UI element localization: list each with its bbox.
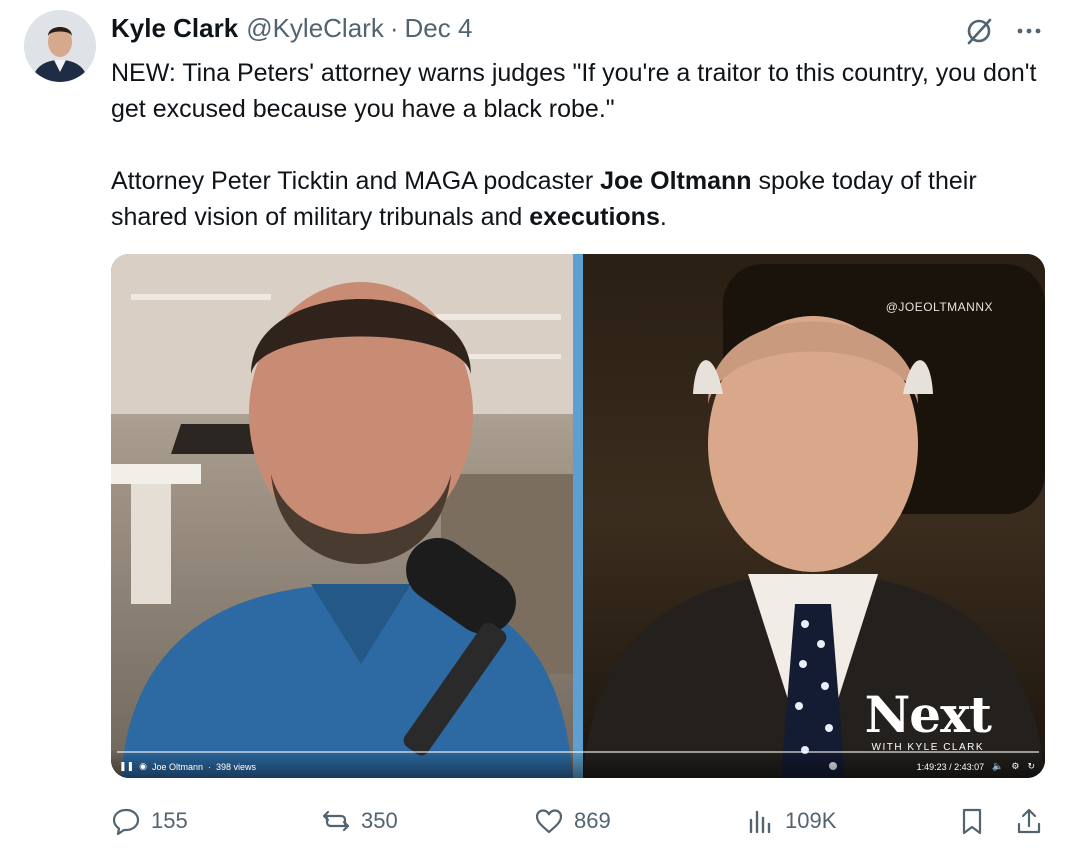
share-icon <box>1017 808 1041 834</box>
video-time: 1:49:23 / 2:43:07 <box>916 761 985 772</box>
reply-button[interactable]: 155 <box>111 800 188 842</box>
tweet-actions: 155 350 869 109K <box>111 800 1046 842</box>
bookmark-button[interactable] <box>957 800 987 842</box>
tweet-text-segment: . <box>659 203 667 231</box>
more-options-icon[interactable] <box>1012 14 1046 48</box>
reply-count: 155 <box>151 808 188 833</box>
author-avatar[interactable] <box>24 10 96 82</box>
next-logo-text: Next <box>864 685 992 744</box>
repost-icon <box>322 810 350 832</box>
video-controls-right: 1:49:23 / 2:43:07 🔈 ⚙ ↻ <box>917 761 1035 772</box>
video-frame-right: @JOEOLTMANNX Next WITH KYLE CLARK <box>583 254 1045 778</box>
tweet-text-paragraph-2: Attorney Peter Ticktin and MAGA podcaste… <box>111 163 1046 235</box>
tweet-header: Kyle Clark @KyleClark · Dec 4 <box>111 12 472 44</box>
repost-button[interactable]: 350 <box>321 800 398 842</box>
video-watermark: @JOEOLTMANNX <box>885 300 993 314</box>
header-separator: · <box>389 12 399 43</box>
video-split-divider <box>573 254 583 778</box>
author-handle[interactable]: @KyleClark <box>246 13 384 44</box>
video-views: 398 views <box>215 761 257 772</box>
avatar-image <box>24 10 96 82</box>
like-button[interactable]: 869 <box>534 800 611 842</box>
channel-avatar-icon: ◉ <box>139 761 147 771</box>
volume-icon[interactable]: 🔈 <box>992 761 1003 772</box>
view-count: 109K <box>785 808 837 833</box>
tweet-text-paragraph-1: NEW: Tina Peters' attorney warns judges … <box>111 59 1037 123</box>
grok-icon[interactable] <box>962 14 996 48</box>
author-name[interactable]: Kyle Clark <box>111 13 238 44</box>
heart-icon <box>535 809 563 834</box>
like-count: 869 <box>574 808 611 833</box>
tweet-text-bold-name: Joe Oltmann <box>600 167 752 195</box>
repost-count: 350 <box>361 808 398 833</box>
pause-icon[interactable]: ❚❚ <box>119 761 134 772</box>
tweet-text-bold-word: executions <box>529 203 660 231</box>
video-frame-left <box>111 254 573 778</box>
video-channel-info: ❚❚ ◉ Joe Oltmann · 398 views <box>119 761 256 772</box>
tweet-date[interactable]: Dec 4 <box>405 13 473 44</box>
tweet-text-segment: Attorney Peter Ticktin and MAGA podcaste… <box>111 167 601 195</box>
video-player[interactable]: @JOEOLTMANNX Next WITH KYLE CLARK ❚❚ ◉ J… <box>111 254 1045 778</box>
analytics-icon <box>749 810 771 834</box>
next-logo: Next WITH KYLE CLARK <box>864 685 992 754</box>
views-button[interactable]: 109K <box>745 800 836 842</box>
tweet-text: NEW: Tina Peters' attorney warns judges … <box>111 55 1046 235</box>
settings-icon[interactable]: ⚙ <box>1011 761 1019 772</box>
channel-name: Joe Oltmann <box>151 761 203 772</box>
reply-icon <box>112 808 140 836</box>
share-button[interactable] <box>1014 800 1044 842</box>
video-control-bar: ❚❚ ◉ Joe Oltmann · 398 views 1:49:23 / 2… <box>111 748 1045 778</box>
video-progress-bar[interactable] <box>117 751 1039 753</box>
channel-separator: · <box>207 761 211 772</box>
share-icon[interactable]: ↻ <box>1027 761 1035 772</box>
bookmark-icon <box>962 808 982 835</box>
